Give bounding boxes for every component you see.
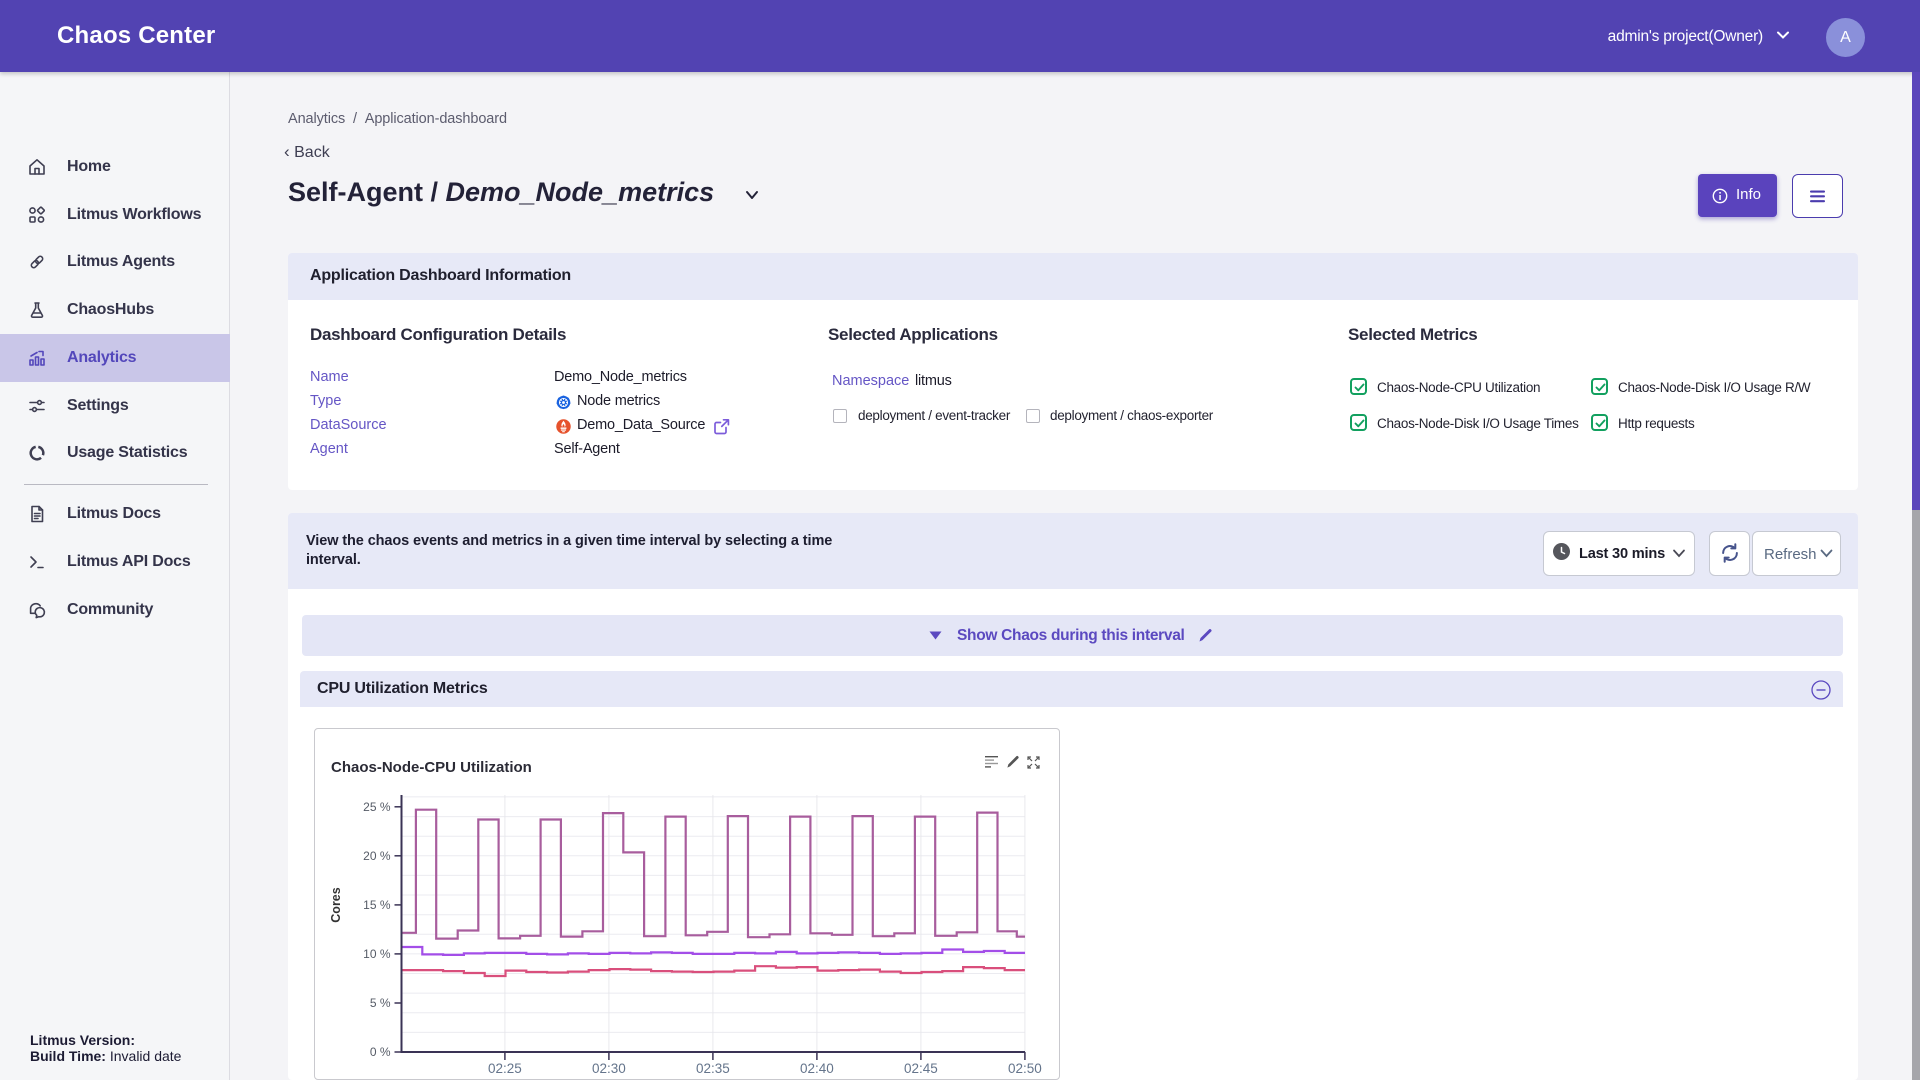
svg-text:02:50: 02:50 xyxy=(1008,1061,1042,1076)
svg-text:10 %: 10 % xyxy=(363,947,391,961)
svg-text:Cores: Cores xyxy=(329,887,343,922)
svg-text:15 %: 15 % xyxy=(363,898,391,912)
svg-text:02:45: 02:45 xyxy=(904,1061,938,1076)
svg-text:25 %: 25 % xyxy=(363,800,391,814)
svg-text:02:40: 02:40 xyxy=(800,1061,834,1076)
svg-text:02:30: 02:30 xyxy=(592,1061,626,1076)
svg-text:02:25: 02:25 xyxy=(488,1061,522,1076)
svg-text:20 %: 20 % xyxy=(363,849,391,863)
svg-text:02:35: 02:35 xyxy=(696,1061,730,1076)
svg-text:0 %: 0 % xyxy=(370,1045,391,1059)
svg-text:5 %: 5 % xyxy=(370,996,391,1010)
